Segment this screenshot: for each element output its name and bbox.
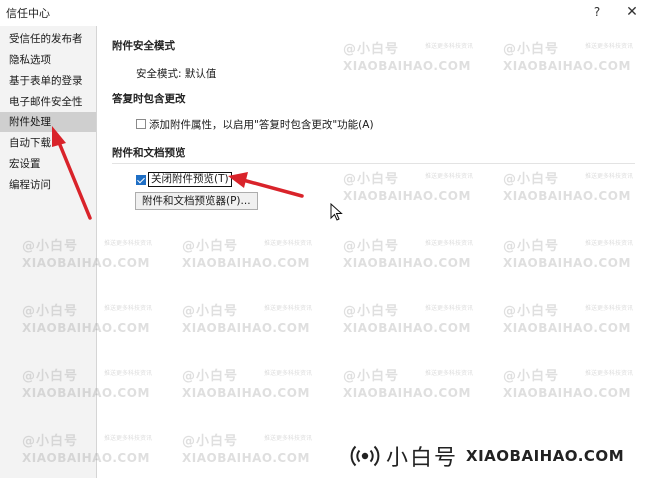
annotation-arrows <box>52 126 304 220</box>
annotation-arrow-sidebar <box>52 126 92 220</box>
annotation-arrow-checkbox <box>228 172 304 198</box>
mouse-cursor-icon <box>330 203 343 221</box>
